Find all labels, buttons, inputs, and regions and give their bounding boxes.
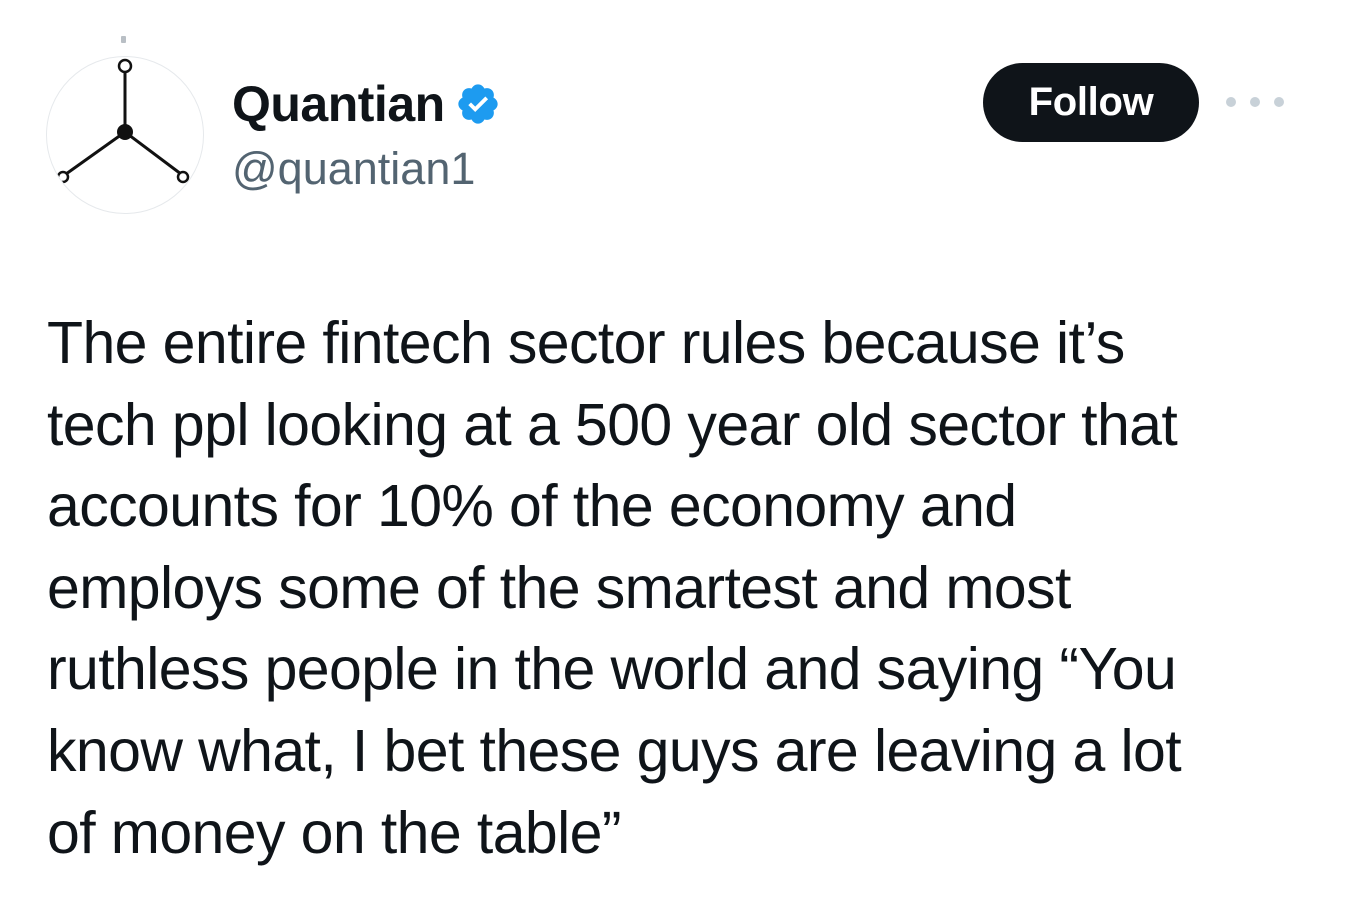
tweet-card: Quantian @quantian1 Follow The entire fi… [0, 0, 1356, 918]
more-dot [1274, 97, 1284, 107]
more-options-icon[interactable] [1226, 88, 1284, 116]
node-graph-icon [56, 58, 190, 184]
verified-badge-icon [458, 84, 498, 124]
tweet-line: ruthless people in the world and saying … [47, 636, 1177, 703]
author-name-row: Quantian [232, 74, 501, 134]
avatar[interactable] [46, 56, 204, 214]
tweet-line: accounts for 10% of the economy and [47, 473, 1017, 540]
tweet-text: The entire fintech sector rules because … [47, 303, 1317, 874]
tweet-line: know what, I bet these guys are leaving … [47, 717, 1182, 784]
more-dot [1250, 97, 1260, 107]
more-dot [1226, 97, 1236, 107]
tweet-line: tech ppl looking at a 500 year old secto… [47, 391, 1178, 458]
tweet-line: employs some of the smartest and most [47, 554, 1071, 621]
tweet-line: of money on the table” [47, 799, 621, 866]
tweet-line: The entire fintech sector rules because … [47, 310, 1125, 376]
follow-button[interactable]: Follow [983, 63, 1199, 142]
author-display-name[interactable]: Quantian [232, 79, 445, 129]
avatar-antenna-mark [121, 36, 126, 43]
author-handle[interactable]: @quantian1 [232, 146, 475, 191]
